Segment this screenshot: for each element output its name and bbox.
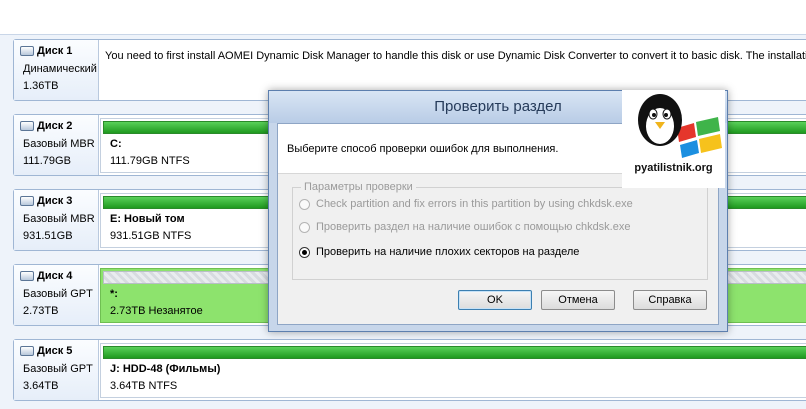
help-button[interactable]: Справка — [633, 290, 707, 310]
disk-info-1[interactable]: Диск 1 Динамический 1.36TB — [14, 40, 99, 100]
disk-title-2: Диск 2 — [20, 120, 72, 132]
radio-button-selected[interactable] — [299, 246, 310, 258]
option-bad-sectors[interactable]: Проверить на наличие плохих секторов на … — [299, 246, 579, 258]
disk-icon — [20, 196, 34, 206]
dialog-prompt: Выберите способ проверки ошибок для выпо… — [287, 143, 559, 155]
disk-name: Диск 3 — [37, 195, 73, 207]
disk-title-4: Диск 4 — [20, 270, 72, 282]
radio-button — [299, 221, 310, 233]
dynamic-disk-message: You need to first install AOMEI Dynamic … — [105, 50, 806, 62]
disk-type: Базовый GPT — [23, 288, 93, 300]
disk-title-1: Диск 1 — [20, 45, 72, 57]
disk-title-5: Диск 5 — [20, 345, 72, 357]
group-label: Параметры проверки — [301, 181, 416, 193]
disk-size: 111.79GB — [23, 155, 71, 167]
radio-button — [299, 198, 310, 210]
disk-icon — [20, 46, 34, 56]
option-label: Проверить раздел на наличие ошибок с пом… — [316, 221, 631, 233]
disk-type: Динамический — [23, 63, 97, 75]
option-label[interactable]: Проверить на наличие плохих секторов на … — [316, 246, 579, 258]
option-label: Check partition and fix errors in this p… — [316, 198, 633, 210]
disk-info-4[interactable]: Диск 4 Базовый GPT 2.73TB — [14, 265, 99, 325]
partition-name: C: — [110, 138, 122, 150]
disk-type: Базовый MBR — [23, 138, 95, 150]
partition-detail: 111.79GB NTFS — [110, 155, 190, 167]
disk-size: 931.51GB — [23, 230, 73, 242]
check-options-group: Параметры проверки Check partition and f… — [292, 181, 708, 280]
disk-title-3: Диск 3 — [20, 195, 72, 207]
disk-info-3[interactable]: Диск 3 Базовый MBR 931.51GB — [14, 190, 99, 250]
partition-name: J: HDD-48 (Фильмы) — [110, 363, 221, 375]
disk-size: 3.64TB — [23, 380, 59, 392]
toolbar-strip — [0, 0, 806, 35]
logo-text: pyatilistnik.org — [634, 162, 713, 174]
disk-size: 2.73TB — [23, 305, 59, 317]
disk-icon — [20, 271, 34, 281]
cancel-button[interactable]: Отмена — [541, 290, 615, 310]
disk-info-2[interactable]: Диск 2 Базовый MBR 111.79GB — [14, 115, 99, 175]
partition-detail: 3.64TB NTFS — [110, 380, 178, 392]
disk-size: 1.36TB — [23, 80, 59, 92]
partition-name: *: — [110, 288, 118, 300]
disk-name: Диск 4 — [37, 270, 73, 282]
disk-type: Базовый MBR — [23, 213, 95, 225]
option-chkdsk-check: Проверить раздел на наличие ошибок с пом… — [299, 221, 630, 233]
disk-icon — [20, 121, 34, 131]
partition-block[interactable]: J: HDD-48 (Фильмы) 3.64TB NTFS — [100, 343, 806, 398]
ok-button[interactable]: OK — [458, 290, 532, 310]
disk-type: Базовый GPT — [23, 363, 93, 375]
site-logo: pyatilistnik.org — [622, 90, 725, 188]
partition-detail: 931.51GB NTFS — [110, 230, 192, 242]
disk-icon — [20, 346, 34, 356]
option-chkdsk-fix: Check partition and fix errors in this p… — [299, 198, 633, 210]
disk-name: Диск 2 — [37, 120, 73, 132]
partition-name: E: Новый том — [110, 213, 185, 225]
disk-row-5[interactable]: Диск 5 Базовый GPT 3.64TB J: HDD-48 (Фил… — [13, 339, 806, 401]
disk-name: Диск 1 — [37, 45, 73, 57]
partition-detail: 2.73TB Незанятое — [110, 305, 203, 317]
partition-usage-bar — [103, 346, 806, 359]
disk-info-5[interactable]: Диск 5 Базовый GPT 3.64TB — [14, 340, 99, 400]
disk-name: Диск 5 — [37, 345, 73, 357]
